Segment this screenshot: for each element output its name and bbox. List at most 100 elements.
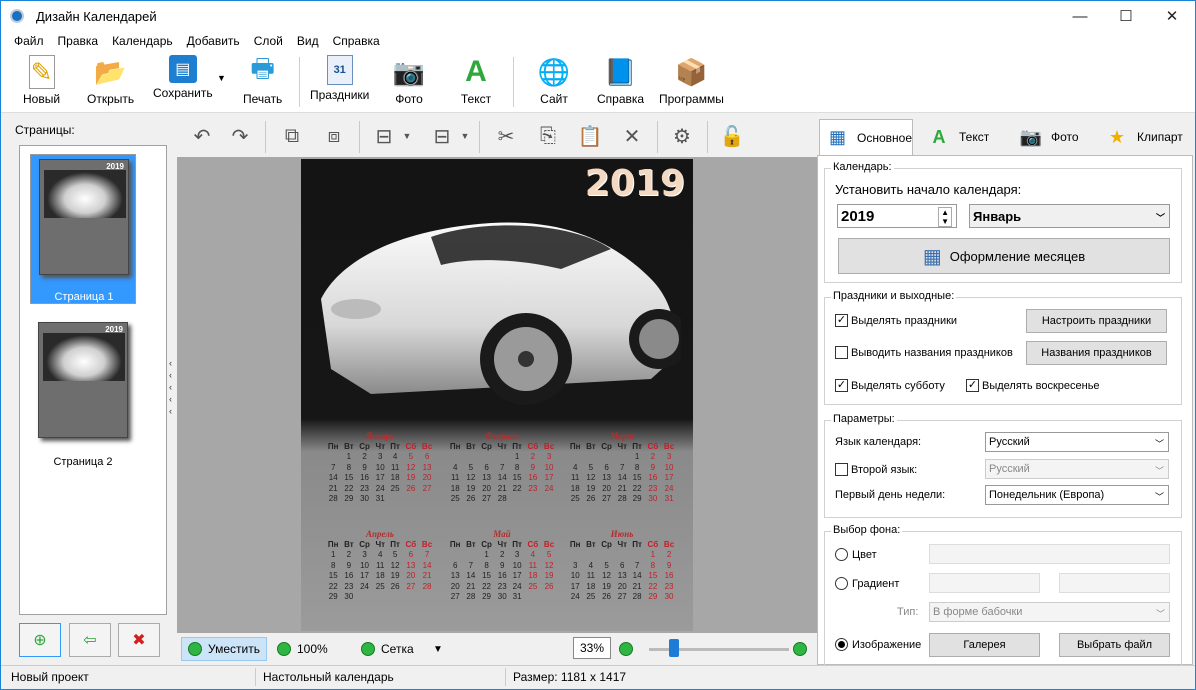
day-cell (630, 550, 645, 561)
menu-edit[interactable]: Правка (51, 34, 106, 48)
programs-button[interactable]: 📦 Программы (659, 55, 724, 109)
zoom-in-button[interactable] (793, 637, 807, 661)
day-cell: 4 (530, 550, 536, 560)
copy-icon[interactable]: ⎘ (533, 121, 563, 151)
lock-icon[interactable]: 🔓 (717, 121, 747, 151)
second-language-checkbox[interactable]: Второй язык: (835, 463, 917, 476)
site-button[interactable]: 🌐 Сайт (537, 55, 571, 109)
delete-icon[interactable]: ✕ (617, 121, 647, 151)
day-cell: 5 (408, 452, 414, 462)
day-cell (583, 550, 598, 561)
holidays-button[interactable]: 31 Праздники (310, 55, 369, 109)
help-button[interactable]: 📘 Справка (597, 55, 644, 109)
page-thumbnail-2[interactable]: 2019 Страница 2 (30, 318, 136, 468)
print-button[interactable]: 🖶 Печать (243, 53, 282, 109)
fit-button[interactable]: Уместить (181, 637, 267, 661)
day-cell (447, 452, 463, 463)
cut-icon[interactable]: ✂ (491, 121, 521, 151)
new-button[interactable]: ✎ Новый (23, 55, 60, 109)
zoom-100-button[interactable]: 100% (277, 637, 328, 661)
car-photo[interactable] (311, 209, 681, 409)
settings-icon[interactable]: ⚙ (667, 121, 697, 151)
gradient-color-1 (929, 573, 1040, 593)
language-select[interactable]: Русский ﹀ (985, 432, 1169, 452)
day-cell: 2 (500, 550, 505, 560)
add-page-button[interactable]: ⊕ (19, 623, 61, 657)
poster-year[interactable]: 2019 (585, 163, 685, 204)
day-cell (615, 452, 630, 463)
canvas[interactable]: 2019 Январь Пн Вт Ср Чт Пт Сб Вс 1 2 3 4 5 6 7 8 9 10 11 12… (177, 157, 817, 633)
zoom-value[interactable]: 33% (573, 637, 611, 659)
day-cell: 27 (450, 592, 460, 602)
zoom-out-button[interactable] (619, 637, 633, 661)
maximize-button[interactable]: ☐ (1103, 1, 1149, 31)
save-button[interactable]: ▤ Сохранить (153, 55, 213, 109)
weekday-header: Вт (466, 441, 476, 451)
page-thumbnail-1[interactable]: 2019 Страница 1 (30, 154, 136, 304)
weekday-header: Пн (569, 539, 581, 549)
undo-icon[interactable]: ↶ (187, 121, 217, 151)
duplicate-page-button[interactable]: ⇦ (69, 623, 111, 657)
tab-clipart[interactable]: ★ Клипарт (1099, 119, 1193, 155)
collapse-handle[interactable]: ‹ ‹ ‹ ‹ ‹ (169, 357, 177, 417)
design-months-button[interactable]: ▦ Оформление месяцев (838, 238, 1170, 274)
tab-text[interactable]: A Текст (921, 119, 1007, 155)
month-1: Январь Пн Вт Ср Чт Пт Сб Вс 1 2 3 4 5 6 7 8 9 10 11 12 13 14 1… (325, 431, 435, 504)
day-cell: 16 (528, 473, 538, 483)
highlight-holidays-checkbox[interactable]: ✓ Выделять праздники (835, 314, 957, 327)
chevron-down-icon[interactable]: ▼ (459, 121, 471, 151)
year-spinner[interactable]: 2019 ▲ ▼ (837, 204, 957, 228)
color-radio[interactable]: Цвет (835, 548, 877, 561)
status-calendar-type: Настольный календарь (263, 670, 394, 684)
day-cell: 26 (586, 494, 596, 504)
grid-button[interactable]: Сетка (361, 637, 414, 661)
day-cell (525, 494, 541, 505)
zoom-slider-handle[interactable] (669, 639, 680, 657)
tab-main[interactable]: ▦ Основное (819, 119, 913, 155)
first-day-select[interactable]: Понедельник (Европа) ﹀ (985, 485, 1169, 505)
calendar-poster[interactable]: 2019 Январь Пн Вт Ср Чт Пт Сб Вс 1 2 3 4 5 6 7 8 9 10 11 12… (301, 159, 693, 631)
day-cell: 13 (422, 462, 432, 472)
align-vertical-icon[interactable]: ⊟ (427, 121, 457, 151)
menu-file[interactable]: Файл (7, 34, 51, 48)
menu-view[interactable]: Вид (290, 34, 326, 48)
highlight-saturday-checkbox[interactable]: ✓ Выделять субботу (835, 379, 945, 392)
day-cell: 1 (330, 550, 336, 560)
send-backward-icon[interactable]: ⧈ (319, 121, 349, 151)
close-button[interactable]: ✕ (1149, 1, 1195, 31)
month-name: Январь (365, 431, 395, 441)
show-holiday-names-checkbox[interactable]: Выводить названия праздников (835, 346, 1013, 359)
setup-holidays-button[interactable]: Настроить праздники (1026, 309, 1167, 333)
separator (359, 121, 360, 153)
day-cell: 24 (664, 483, 674, 493)
day-cell (478, 452, 495, 463)
paste-icon[interactable]: 📋 (575, 121, 605, 151)
tab-photo[interactable]: 📷 Фото (1013, 119, 1099, 155)
menu-add[interactable]: Добавить (180, 34, 247, 48)
menu-help[interactable]: Справка (326, 34, 387, 48)
spinner-arrows-icon[interactable]: ▲ ▼ (938, 207, 952, 227)
month-select[interactable]: Январь ﹀ (969, 204, 1170, 228)
chevron-down-icon[interactable]: ▼ (401, 121, 413, 151)
text-button[interactable]: A Текст (459, 55, 493, 109)
delete-page-button[interactable]: ✖ (118, 623, 160, 657)
day-cell: 10 (360, 560, 370, 570)
image-radio[interactable]: Изображение (835, 638, 921, 651)
grid-dropdown[interactable]: ▼ (433, 637, 443, 661)
gallery-button[interactable]: Галерея (929, 633, 1040, 657)
menu-layer[interactable]: Слой (247, 34, 290, 48)
choose-file-button[interactable]: Выбрать файл (1059, 633, 1170, 657)
menu-calendar[interactable]: Календарь (105, 34, 180, 48)
align-horizontal-icon[interactable]: ⊟ (369, 121, 399, 151)
image-label: Изображение (852, 638, 922, 651)
highlight-sunday-checkbox[interactable]: ✓ Выделять воскресенье (966, 379, 1100, 392)
month-6: Июнь Пн Вт Ср Чт Пт Сб Вс 1 2 3 4 5 6 7 8 9 10 11 12 13 14 15 1… (567, 529, 677, 602)
open-button[interactable]: 📂 Открыть (87, 55, 134, 109)
bring-forward-icon[interactable]: ⧉ (277, 121, 307, 151)
day-cell: 8 (514, 462, 520, 472)
redo-icon[interactable]: ↷ (225, 121, 255, 151)
holiday-names-button[interactable]: Названия праздников (1026, 341, 1167, 365)
photo-button[interactable]: 📷 Фото (392, 55, 426, 109)
gradient-radio[interactable]: Градиент (835, 577, 899, 590)
minimize-button[interactable]: — (1057, 1, 1103, 31)
